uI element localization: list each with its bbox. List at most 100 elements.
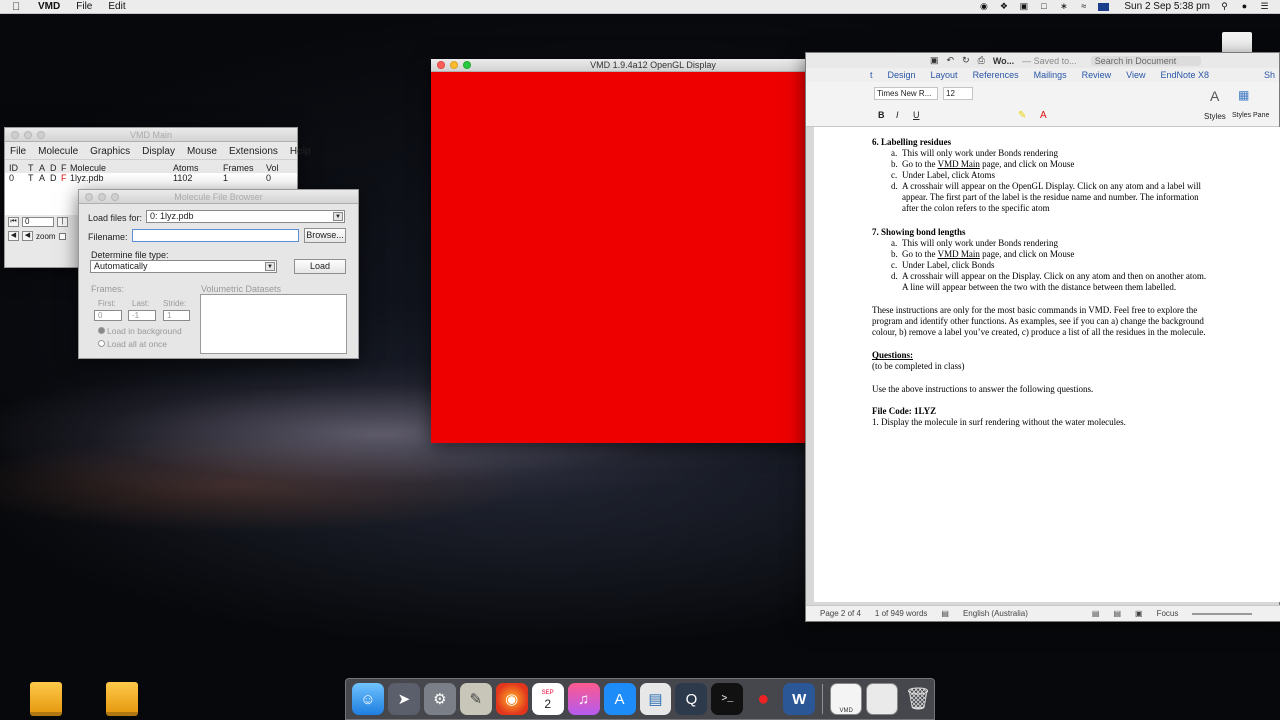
word-icon[interactable]: W: [783, 683, 816, 715]
drive-icon[interactable]: [30, 682, 62, 716]
row-a[interactable]: A: [39, 173, 50, 185]
save-icon[interactable]: ▣: [930, 55, 939, 66]
library-icon[interactable]: ▤: [639, 683, 672, 715]
col-frames[interactable]: Frames: [223, 163, 266, 173]
close-button[interactable]: [11, 131, 19, 139]
styles-icon[interactable]: A: [1210, 88, 1219, 104]
col-t[interactable]: T: [28, 163, 39, 173]
volumetric-list[interactable]: [200, 294, 347, 354]
user-icon[interactable]: ●: [1239, 2, 1250, 11]
drive-icon[interactable]: [106, 682, 138, 716]
status-language[interactable]: English (Australia): [963, 609, 1028, 618]
system-preferences-icon[interactable]: ⚙: [423, 683, 456, 715]
slider-handle[interactable]: |: [57, 217, 68, 227]
dropbox-icon[interactable]: ❖: [998, 2, 1009, 11]
preview-icon[interactable]: ✎: [459, 683, 492, 715]
col-a[interactable]: A: [39, 163, 50, 173]
wifi-icon[interactable]: ≈: [1078, 2, 1089, 11]
zoom-slider[interactable]: [1192, 612, 1253, 615]
bold-icon[interactable]: B: [878, 110, 885, 120]
styles-pane-icon[interactable]: ▦: [1238, 88, 1249, 102]
terminal-icon[interactable]: >_: [711, 683, 744, 715]
last-input[interactable]: -1: [128, 310, 156, 321]
flag-icon[interactable]: [1098, 2, 1110, 11]
minimize-button[interactable]: [450, 61, 458, 69]
close-button[interactable]: [85, 193, 93, 201]
zoom-button[interactable]: [37, 131, 45, 139]
col-vol[interactable]: Vol: [266, 163, 291, 173]
stride-input[interactable]: 1: [163, 310, 190, 321]
zoom-checkbox[interactable]: [58, 232, 66, 240]
italic-icon[interactable]: I: [896, 110, 899, 120]
col-atoms[interactable]: Atoms: [173, 163, 223, 173]
list-icon[interactable]: ☰: [1259, 2, 1270, 11]
vmd-menu-molecule[interactable]: Molecule: [38, 146, 78, 157]
share-button[interactable]: Sh: [1264, 70, 1279, 80]
search-input[interactable]: Search in Document: [1090, 55, 1201, 66]
focus-label[interactable]: Focus: [1157, 609, 1179, 618]
rewind-icon[interactable]: ⏮: [8, 217, 19, 227]
word-titlebar[interactable]: ▣ ↶ ↻ ⎙ Wo... — Saved to... Search in Do…: [806, 53, 1279, 68]
vmd-menu-extensions[interactable]: Extensions: [229, 146, 278, 157]
col-d[interactable]: D: [50, 163, 61, 173]
row-f[interactable]: F: [61, 173, 70, 185]
web-layout-icon[interactable]: ▤: [1113, 609, 1121, 618]
tab-insert[interactable]: t: [870, 70, 873, 80]
styles-pane-label[interactable]: Styles Pane: [1232, 112, 1272, 120]
step-back-icon[interactable]: ◀: [8, 231, 19, 241]
load-background-radio[interactable]: Load in background: [98, 326, 182, 336]
proofing-icon[interactable]: ▤: [941, 609, 949, 618]
vmd-window-thumbnail[interactable]: VMD: [830, 683, 863, 715]
load-button[interactable]: Load: [294, 259, 346, 274]
styles-label[interactable]: Styles: [1204, 112, 1226, 121]
record-icon[interactable]: ◉: [978, 2, 989, 11]
menu-edit[interactable]: Edit: [108, 1, 125, 12]
status-page[interactable]: Page 2 of 4: [820, 609, 861, 618]
tab-view[interactable]: View: [1126, 70, 1145, 80]
launchpad-icon[interactable]: ➤: [387, 683, 420, 715]
vmd-menu-file[interactable]: File: [10, 146, 26, 157]
itunes-icon[interactable]: ♫: [567, 683, 600, 715]
zoom-button[interactable]: [111, 193, 119, 201]
col-id[interactable]: ID: [9, 163, 28, 173]
tab-references[interactable]: References: [973, 70, 1019, 80]
highlight-icon[interactable]: ✎: [1018, 110, 1026, 121]
vmd-menu-graphics[interactable]: Graphics: [90, 146, 130, 157]
zoom-button[interactable]: [463, 61, 471, 69]
close-button[interactable]: [437, 61, 445, 69]
trash-icon[interactable]: 🗑: [902, 683, 934, 715]
document-icon[interactable]: [1222, 32, 1252, 54]
app-store-icon[interactable]: A: [603, 683, 636, 715]
search-icon[interactable]: ⚲: [1219, 2, 1230, 11]
vmd-molecule-icon[interactable]: ●: [747, 683, 779, 715]
vmd-menu-help[interactable]: Help: [290, 146, 311, 157]
menubar-clock[interactable]: Sun 2 Sep 5:38 pm: [1124, 1, 1210, 12]
font-name-field[interactable]: Times New R...: [874, 87, 938, 100]
document-page[interactable]: 6. Labelling residues a. This will only …: [814, 127, 1280, 602]
tab-endnote[interactable]: EndNote X8: [1160, 70, 1209, 80]
vmd-menu-mouse[interactable]: Mouse: [187, 146, 217, 157]
load-all-radio[interactable]: Load all at once: [98, 339, 167, 349]
undo-icon[interactable]: ↶: [947, 55, 955, 66]
filename-input[interactable]: [132, 229, 299, 242]
focus-icon[interactable]: ▣: [1135, 609, 1143, 618]
font-size-field[interactable]: 12: [943, 87, 973, 100]
apple-icon[interactable]: : [12, 1, 26, 13]
menu-file[interactable]: File: [76, 1, 92, 12]
firefox-icon[interactable]: ◉: [495, 683, 528, 715]
calendar-icon[interactable]: SEP 2: [531, 683, 564, 715]
status-words[interactable]: 1 of 949 words: [875, 609, 927, 618]
shield-icon[interactable]: ▣: [1018, 2, 1029, 11]
redo-icon[interactable]: ↻: [962, 55, 970, 66]
underline-icon[interactable]: U: [913, 110, 920, 120]
file-browser-titlebar[interactable]: Molecule File Browser: [79, 190, 358, 204]
vmd-menu-display[interactable]: Display: [142, 146, 175, 157]
window-thumbnail[interactable]: [866, 683, 899, 715]
filetype-select[interactable]: Automatically ▼: [90, 260, 277, 273]
app-menu-name[interactable]: VMD: [38, 1, 60, 12]
bank-icon[interactable]: □: [1038, 2, 1049, 11]
frame-field[interactable]: 0: [22, 217, 54, 227]
minimize-button[interactable]: [24, 131, 32, 139]
vmd-main-titlebar[interactable]: VMD Main: [5, 128, 297, 142]
col-molecule[interactable]: Molecule: [70, 163, 173, 173]
